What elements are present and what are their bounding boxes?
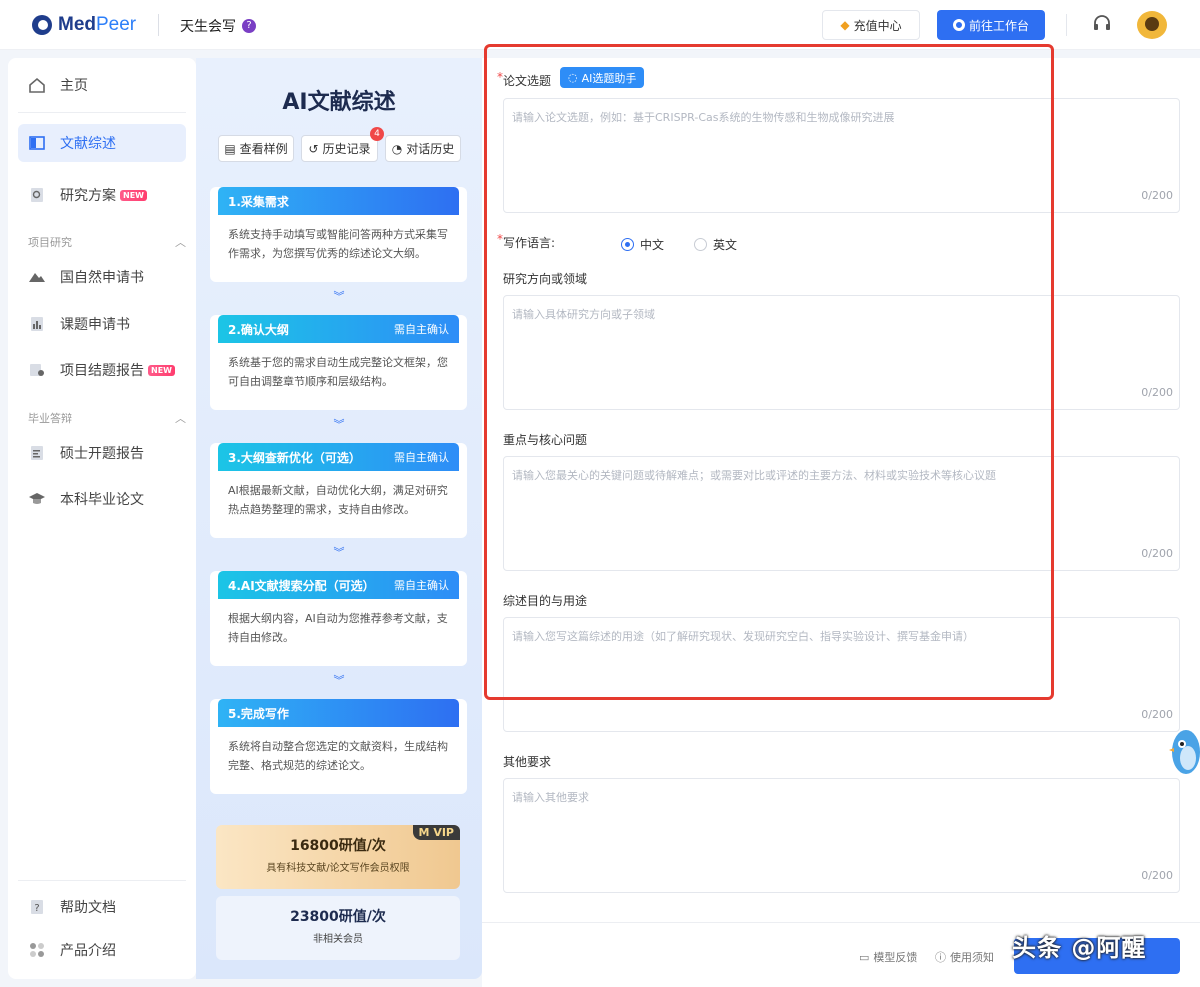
chat-history-button[interactable]: ◔ 对话历史 xyxy=(385,135,461,162)
workbench-button[interactable]: 前往工作台 xyxy=(937,10,1045,40)
other-input[interactable]: 请输入其他要求 0/200 xyxy=(503,778,1180,893)
book-icon xyxy=(28,134,46,152)
workflow-panel: AI文献综述 ▤ 查看样例 ↺ 历史记录 4 ◔ 对话历史 1.采集需求 系统支持手动… xyxy=(196,58,482,979)
new-badge: NEW xyxy=(120,189,147,201)
search-doc-icon xyxy=(28,186,46,204)
highlight-annotation xyxy=(484,44,1054,700)
step-card: 3.大纲查新优化（可选） 需自主确认 AI根据最新文献，自动优化大纲，满足对研究热… xyxy=(210,443,467,538)
panel-title: AI文献综述 xyxy=(282,90,396,115)
step-card: 5.完成写作 系统将自动整合您选定的文献资料，生成结构完整、格式规范的综述论文。 xyxy=(210,699,467,794)
certificate-icon xyxy=(28,361,46,379)
mountain-icon xyxy=(28,268,46,286)
feedback-icon: ▭ xyxy=(859,950,870,964)
sidebar-item-project-application[interactable]: 课题申请书 xyxy=(18,305,186,343)
svg-text:?: ? xyxy=(34,903,39,914)
medpeer-logo[interactable]: MedPeer xyxy=(32,14,136,36)
chevron-down-icon: ︾ xyxy=(333,418,345,431)
step-header: 2.确认大纲 需自主确认 xyxy=(218,315,459,343)
step-description: 系统支持手动填写或智能问答两种方式采集写作需求，为您撰写优秀的综述论文大纲。 xyxy=(228,228,448,260)
group-header-research[interactable]: 项目研究 ︿ xyxy=(28,234,186,250)
sidebar-item-literature-review[interactable]: 文献综述 xyxy=(18,124,186,162)
usage-notice-link[interactable]: ⓘ 使用须知 xyxy=(935,949,994,965)
history-button[interactable]: ↺ 历史记录 xyxy=(301,135,378,162)
vip-price-card[interactable]: M VIP 16800研值/次 具有科技文献/论文写作会员权限 xyxy=(216,825,460,889)
recharge-button[interactable]: ◆ 充值中心 xyxy=(822,10,920,40)
step-header: 4.AI文献搜索分配（可选） 需自主确认 xyxy=(218,571,459,599)
char-counter: 0/200 xyxy=(1141,547,1173,560)
grid-icon xyxy=(28,941,46,959)
char-counter: 0/200 xyxy=(1141,869,1173,882)
watermark-text: 头条 @阿醒 xyxy=(1012,934,1147,962)
sidebar-item-undergraduate-thesis[interactable]: 本科毕业论文 xyxy=(18,480,186,518)
vip-badge: M VIP xyxy=(412,825,460,840)
logo-mark-icon xyxy=(32,15,52,35)
step-card: 4.AI文献搜索分配（可选） 需自主确认 根据大纲内容，AI自动为您推荐参考文献，… xyxy=(210,571,467,666)
sidebar-divider xyxy=(18,880,186,881)
step-description: 系统将自动整合您选定的文献资料，生成结构完整、格式规范的综述论文。 xyxy=(228,740,448,772)
sidebar-item-product-intro[interactable]: 产品介绍 xyxy=(18,931,186,969)
char-counter: 0/200 xyxy=(1141,386,1173,399)
sidebar-item-help-docs[interactable]: ? 帮助文档 xyxy=(18,888,186,926)
normal-price-card[interactable]: 23800研值/次 非相关会员 xyxy=(216,896,460,960)
char-counter: 0/200 xyxy=(1141,708,1173,721)
history-icon: ↺ xyxy=(308,141,319,156)
sidebar-item-master-proposal[interactable]: 硕士开题报告 xyxy=(18,434,186,472)
user-avatar[interactable] xyxy=(1137,11,1167,39)
chevron-down-icon: ︾ xyxy=(333,290,345,303)
other-label: 其他要求 xyxy=(503,755,552,769)
footer-divider xyxy=(482,922,1200,923)
graduation-cap-icon xyxy=(28,490,46,508)
bar-chart-icon xyxy=(28,315,46,333)
step-header: 5.完成写作 xyxy=(218,699,459,727)
header-separator xyxy=(1066,14,1067,36)
help-icon: ? xyxy=(28,898,46,916)
view-sample-button[interactable]: ▤ 查看样例 xyxy=(218,135,294,162)
chevron-up-icon: ︿ xyxy=(175,236,186,249)
step-card: 2.确认大纲 需自主确认 系统基于您的需求自动生成完整论文框架，您可自由调整章节顺… xyxy=(210,315,467,410)
step-card: 1.采集需求 系统支持手动填写或智能问答两种方式采集写作需求，为您撰写优秀的综述… xyxy=(210,187,467,282)
logo-mark-small-icon xyxy=(952,19,965,31)
bird-mascot-icon[interactable] xyxy=(1168,724,1200,780)
document-icon xyxy=(28,444,46,462)
sidebar-item-nsfc-application[interactable]: 国自然申请书 xyxy=(18,258,186,296)
step-description: 根据大纲内容，AI自动为您推荐参考文献，支持自由修改。 xyxy=(228,612,448,644)
step-description: AI根据最新文献，自动优化大纲，满足对研究热点趋势整理的需求，支持自由修改。 xyxy=(228,484,448,516)
step-description: 系统基于您的需求自动生成完整论文框架，您可自由调整章节顺序和层级结构。 xyxy=(228,356,448,388)
help-badge-icon[interactable]: ? xyxy=(242,19,256,33)
step-header: 3.大纲查新优化（可选） 需自主确认 xyxy=(218,443,459,471)
sidebar-divider xyxy=(18,112,186,113)
team-name: 天生会写 ? xyxy=(180,16,256,36)
chevron-down-icon: ︾ xyxy=(333,546,345,559)
sidebar-item-home[interactable]: 主页 xyxy=(18,66,186,104)
diamond-icon: ◆ xyxy=(840,18,850,32)
sidebar-item-project-report[interactable]: 项目结题报告 NEW xyxy=(18,351,186,389)
model-feedback-link[interactable]: ▭ 模型反馈 xyxy=(859,949,917,965)
chevron-up-icon: ︿ xyxy=(175,412,186,425)
home-icon xyxy=(28,76,46,94)
document-icon: ▤ xyxy=(224,141,236,156)
group-header-graduation[interactable]: 毕业答辩 ︿ xyxy=(28,410,186,426)
step-header: 1.采集需求 xyxy=(218,187,459,215)
headset-icon[interactable] xyxy=(1092,14,1112,34)
chevron-down-icon: ︾ xyxy=(333,674,345,687)
chat-icon: ◔ xyxy=(391,141,403,156)
top-bar: MedPeer 天生会写 ? ◆ 充值中心 前往工作台 xyxy=(0,0,1200,50)
new-badge: NEW xyxy=(148,364,175,376)
header-divider xyxy=(158,14,159,36)
history-count-badge: 4 xyxy=(370,127,384,141)
info-icon: ⓘ xyxy=(935,951,946,964)
char-counter: 0/200 xyxy=(1141,189,1173,202)
sidebar: 主页 文献综述 研究方案 NEW 项目研究 ︿ 国自然申请书 课题申请书 项目结… xyxy=(8,58,196,979)
sidebar-item-research-plan[interactable]: 研究方案 NEW xyxy=(18,176,186,214)
